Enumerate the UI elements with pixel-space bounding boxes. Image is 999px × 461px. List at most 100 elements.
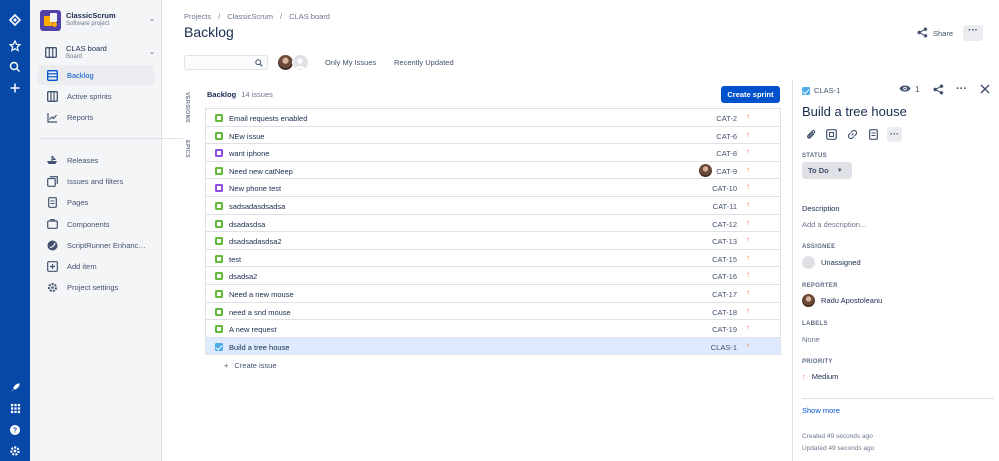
sidebar-item-label: ScriptRunner Enhanc…	[67, 240, 146, 250]
status-dropdown[interactable]: To Do ▼	[802, 162, 852, 179]
issue-key[interactable]: CAT-17	[712, 290, 737, 299]
breadcrumb-projects[interactable]: Projects	[184, 12, 211, 21]
create-sprint-button[interactable]: Create sprint	[721, 86, 780, 103]
issue-key[interactable]: CAT-6	[716, 132, 737, 141]
issue-key[interactable]: CLAS-1	[711, 343, 737, 352]
help-icon[interactable]: ?	[0, 420, 30, 440]
sidebar-item-label: Add item	[67, 261, 97, 271]
sidebar-item-label: Issues and filters	[67, 176, 124, 186]
recently-updated-filter[interactable]: Recently Updated	[394, 58, 454, 67]
avatar	[802, 294, 815, 307]
issue-key[interactable]: CAT-2	[716, 114, 737, 123]
ship-icon	[45, 153, 59, 167]
gear-icon[interactable]	[0, 441, 30, 461]
app-switcher-icon[interactable]	[0, 398, 30, 418]
issue-key[interactable]: CAT-13	[712, 237, 737, 246]
search-icon	[255, 59, 263, 69]
breadcrumb-separator: /	[218, 12, 221, 21]
only-my-issues-filter[interactable]: Only My Issues	[325, 58, 376, 67]
scriptrunner-icon	[45, 238, 59, 252]
breadcrumb-project[interactable]: ClassicScrum	[227, 12, 273, 21]
backlog-header: Backlog 14 issues	[207, 90, 273, 99]
share-icon	[917, 27, 928, 40]
jira-logo-icon[interactable]	[0, 10, 30, 30]
avatar	[802, 256, 815, 269]
issue-key[interactable]: CAT-10	[712, 184, 737, 193]
issue-summary: test	[229, 254, 242, 264]
table-row[interactable]: dsadasdsa CAT-12 ↑	[206, 214, 780, 233]
page-icon[interactable]	[866, 127, 881, 142]
star-icon[interactable]	[0, 36, 30, 56]
issue-key[interactable]: CAT-9	[716, 167, 737, 176]
table-row[interactable]: A new request CAT-19 ↑	[206, 320, 780, 338]
project-switcher[interactable]: ClassicScrum Software project ⌄	[40, 9, 155, 31]
component-icon	[45, 217, 59, 231]
board-icon	[45, 89, 59, 103]
table-row[interactable]: New phone test CAT-10 ↑	[206, 179, 780, 197]
table-row[interactable]: test CAT-15 ↑	[206, 249, 780, 268]
table-row[interactable]: sadsadasdsadsa CAT-11 ↑	[206, 196, 780, 215]
table-row[interactable]: need a snd mouse CAT-18 ↑	[206, 302, 780, 321]
more-icon[interactable]: ···	[956, 83, 967, 95]
more-actions-button[interactable]: ···	[963, 25, 983, 41]
priority-field[interactable]: ↑ Medium	[802, 372, 838, 381]
table-row[interactable]: dsadsadasdsa2 CAT-13 ↑	[206, 232, 780, 250]
avatar-unassigned[interactable]	[292, 54, 309, 71]
sidebar-item-label: Active sprints	[67, 91, 112, 101]
priority-medium-icon: ↑	[802, 372, 806, 381]
reporter-label: REPORTER	[802, 283, 838, 289]
watch-button[interactable]: 1	[899, 84, 919, 95]
search-icon[interactable]	[0, 57, 30, 77]
table-row[interactable]: NEw issue CAT-6 ↑	[206, 126, 780, 145]
issue-key-link[interactable]: CLAS-1	[802, 86, 840, 95]
issue-key[interactable]: CAT-19	[712, 325, 737, 334]
story-icon	[215, 307, 223, 316]
sidebar-item-label: Reports	[67, 112, 94, 122]
status-value: To Do	[808, 166, 829, 175]
show-more-link[interactable]: Show more	[802, 406, 840, 415]
story-icon	[215, 114, 223, 122]
board-switcher[interactable]: CLAS board Board ⌄	[40, 43, 155, 63]
link-icon[interactable]	[845, 127, 860, 142]
more-icon[interactable]: ···	[887, 127, 902, 142]
table-row[interactable]: Email requests enabled CAT-2 ↑	[206, 109, 780, 127]
table-row[interactable]: Need a new mouse CAT-17 ↑	[206, 284, 780, 303]
table-row[interactable]: Need new catNeep CAT-9 ↑	[206, 161, 780, 180]
search-field[interactable]	[184, 55, 268, 70]
table-row[interactable]: want iphone CAT-8 ↑	[206, 144, 780, 162]
versions-tab[interactable]: VERSIONS	[184, 92, 190, 123]
assignee-field[interactable]: Unassigned	[802, 256, 861, 269]
issue-key[interactable]: CAT-12	[712, 220, 737, 229]
issue-summary: A new request	[229, 325, 277, 335]
issue-title[interactable]: Build a tree house	[802, 104, 907, 119]
table-row[interactable]: dsadsa2 CAT-16 ↑	[206, 267, 780, 285]
story-icon	[215, 289, 223, 298]
issue-key[interactable]: CAT-11	[713, 202, 737, 211]
create-icon[interactable]	[0, 78, 30, 98]
share-button[interactable]: Share	[917, 27, 953, 40]
global-nav: ?	[0, 0, 30, 461]
rocket-icon[interactable]	[0, 377, 30, 397]
reporter-field[interactable]: Radu Apostoleanu	[802, 294, 882, 307]
attachment-icon[interactable]	[803, 127, 818, 142]
priority-medium-icon: ↑	[746, 252, 750, 262]
table-row[interactable]: Build a tree house CLAS-1 ↑	[206, 337, 780, 356]
issue-summary: sadsadasdsadsa	[229, 201, 286, 211]
description-input[interactable]: Add a description...	[802, 220, 866, 229]
epic-icon	[215, 184, 223, 193]
sidebar-item-backlog[interactable]: Backlog	[38, 65, 154, 85]
epics-tab[interactable]: EPICS	[184, 140, 190, 158]
priority-medium-icon: ↑	[746, 305, 750, 315]
issue-key[interactable]: CAT-15	[712, 255, 737, 264]
labels-value[interactable]: None	[802, 335, 820, 344]
issue-key[interactable]: CAT-8	[716, 149, 737, 158]
search-input[interactable]	[185, 56, 255, 69]
create-issue-button[interactable]: + Create issue	[224, 361, 277, 370]
issue-key[interactable]: CAT-16	[712, 272, 737, 281]
share-icon[interactable]	[933, 84, 944, 97]
breadcrumb-board[interactable]: CLAS board	[289, 12, 330, 21]
issue-key[interactable]: CAT-18	[712, 308, 737, 317]
plus-icon: +	[224, 361, 229, 370]
child-issue-icon[interactable]	[824, 127, 839, 142]
close-icon[interactable]	[980, 84, 990, 96]
